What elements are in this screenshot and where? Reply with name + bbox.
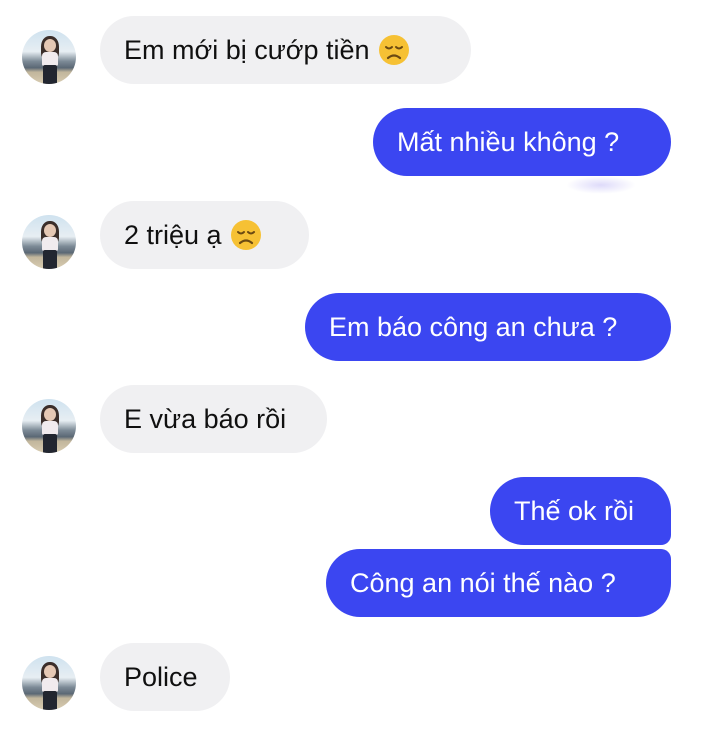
message-text: Police	[124, 661, 198, 692]
message-bubble-outgoing[interactable]: Mất nhiều không ?	[373, 108, 671, 176]
message-text: E vừa báo rồi	[124, 403, 287, 434]
message-bubble-incoming[interactable]: E vừa báo rồi	[100, 385, 327, 453]
image-artifact	[566, 176, 636, 194]
message-bubble-outgoing[interactable]: Thế ok rồi	[490, 477, 671, 545]
message-text: Em mới bị cướp tiền	[124, 34, 370, 65]
message-bubble-incoming[interactable]: Police	[100, 643, 230, 711]
message-text: Mất nhiều không ?	[397, 126, 620, 157]
disappointed-face-icon	[378, 34, 410, 66]
message-text: Công an nói thế nào ?	[350, 567, 616, 598]
message-text: Em báo công an chưa ?	[329, 311, 618, 342]
message-bubble-outgoing[interactable]: Em báo công an chưa ?	[305, 293, 671, 361]
contact-avatar[interactable]	[22, 656, 76, 710]
disappointed-face-icon	[230, 219, 262, 251]
contact-avatar[interactable]	[22, 399, 76, 453]
message-bubble-incoming[interactable]: 2 triệu ạ	[100, 201, 309, 269]
message-bubble-incoming[interactable]: Em mới bị cướp tiền	[100, 16, 471, 84]
message-bubble-outgoing[interactable]: Công an nói thế nào ?	[326, 549, 671, 617]
message-text: Thế ok rồi	[514, 495, 635, 526]
message-thread: Em mới bị cướp tiền Mất nhiều không ? 2 …	[0, 0, 720, 730]
message-text: 2 triệu ạ	[124, 219, 222, 250]
contact-avatar[interactable]	[22, 215, 76, 269]
contact-avatar[interactable]	[22, 30, 76, 84]
